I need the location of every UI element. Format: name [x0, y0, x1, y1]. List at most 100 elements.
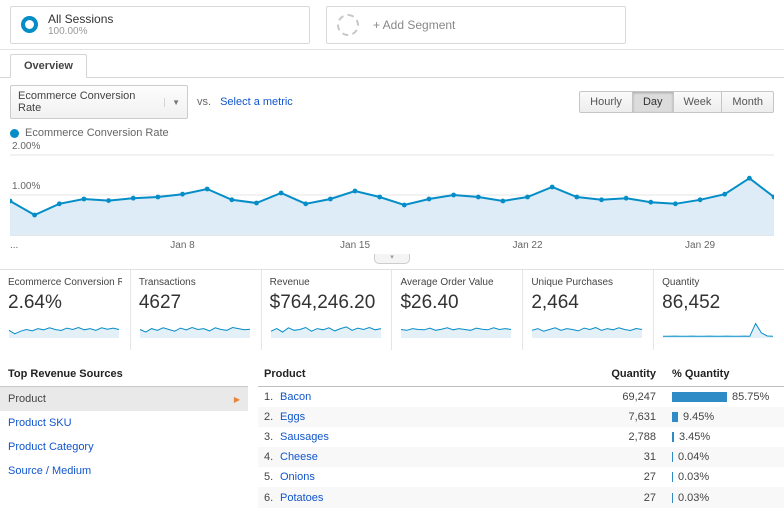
- row-rank: 6.: [264, 491, 274, 504]
- product-table-wrap: Product Quantity% Quantity 1. Bacon 69,247 8…: [258, 363, 784, 508]
- pct-value: 0.04%: [678, 451, 710, 464]
- pct-quantity-cell: 0.03%: [666, 467, 784, 487]
- table-row: 3. Sausages 2,788 3.45%: [258, 427, 784, 447]
- nav-item-product-category[interactable]: Product Category: [0, 435, 248, 459]
- scorecard-value: 2,464: [531, 292, 579, 313]
- sparkline: [532, 326, 643, 338]
- chart-legend: Ecommerce Conversion Rate: [0, 123, 784, 139]
- product-link-eggs[interactable]: Eggs: [280, 411, 305, 423]
- metric-dropdown-label: Ecommerce Conversion Rate: [18, 90, 136, 114]
- quantity-cell: 31: [643, 451, 656, 464]
- granularity-month[interactable]: Month: [722, 91, 774, 113]
- scorecard-value: 4627: [138, 292, 182, 313]
- product-link-cheese[interactable]: Cheese: [280, 451, 318, 463]
- row-rank: 5.: [264, 471, 274, 484]
- product-link-onions[interactable]: Onions: [280, 471, 315, 483]
- product-cell: 2. Eggs: [258, 407, 576, 427]
- granularity-hourly[interactable]: Hourly: [579, 91, 633, 113]
- pct-quantity-cell: 9.45%: [666, 407, 784, 427]
- scorecard-ecommerce-conversion-rate[interactable]: Ecommerce Conversion Rate 2.64%: [0, 270, 131, 350]
- sparkline: [139, 326, 250, 338]
- pct-value: 0.03%: [678, 491, 710, 504]
- y-tick-label: 1.00%: [12, 181, 41, 192]
- pct-value: 85.75%: [732, 391, 770, 404]
- scorecard-label: Unique Purchases: [531, 277, 614, 288]
- column-header-quantity[interactable]: Quantity: [576, 363, 666, 387]
- nav-item-label: Product: [8, 393, 46, 405]
- scorecard-label: Transactions: [138, 277, 196, 288]
- sparkline: [401, 327, 512, 338]
- add-segment-label: + Add Segment: [373, 17, 456, 32]
- quantity-cell: 69,247: [622, 391, 656, 404]
- column-header-product[interactable]: Product: [258, 363, 576, 387]
- tab-bar: Overview: [0, 50, 784, 78]
- scorecard-revenue[interactable]: Revenue $764,246.20: [262, 270, 393, 350]
- nav-item-product[interactable]: Product ▶: [0, 387, 248, 411]
- pct-bar: [672, 432, 674, 443]
- scorecard-value: $26.40: [400, 292, 459, 313]
- pct-bar: [672, 452, 673, 463]
- quantity-cell: 27: [643, 471, 656, 484]
- product-cell: 3. Sausages: [258, 427, 576, 447]
- bottom-section: Top Revenue Sources Product ▶ Product SKU P…: [0, 363, 784, 508]
- pct-bar: [672, 472, 673, 483]
- pct-quantity-cell: 3.45%: [666, 427, 784, 447]
- granularity-group: Hourly Day Week Month: [579, 91, 774, 113]
- tab-overview[interactable]: Overview: [10, 54, 87, 78]
- x-tick-label: Jan 29: [685, 240, 716, 251]
- add-segment-button[interactable]: + Add Segment: [326, 5, 626, 44]
- row-rank: 2.: [264, 411, 274, 424]
- column-header-quantity[interactable]: % Quantity: [666, 363, 784, 387]
- scorecard-value: 86,452: [662, 292, 721, 313]
- x-axis: ... Jan 8 Jan 15 Jan 22 Jan 29: [10, 240, 774, 253]
- granularity-week[interactable]: Week: [673, 91, 723, 113]
- scorecard-unique-purchases[interactable]: Unique Purchases 2,464: [523, 270, 655, 350]
- pct-bar: [672, 492, 673, 503]
- revenue-sources-panel: Top Revenue Sources Product ▶ Product SKU P…: [0, 363, 248, 483]
- y-tick-label: 2.00%: [12, 141, 41, 152]
- scorecards: Ecommerce Conversion Rate 2.64% Transactio…: [0, 269, 784, 350]
- product-link-potatoes[interactable]: Potatoes: [280, 492, 323, 504]
- x-tick-label: Jan 8: [170, 240, 195, 251]
- select-metric-link[interactable]: Select a metric: [220, 96, 293, 108]
- scorecard-label: Ecommerce Conversion Rate: [8, 277, 122, 288]
- table-row: 5. Onions 27 0.03%: [258, 467, 784, 487]
- all-sessions-segment[interactable]: All Sessions 100.00%: [10, 5, 310, 44]
- sparkline: [663, 322, 774, 338]
- revenue-sources-title: Top Revenue Sources: [0, 363, 248, 387]
- revenue-sources-nav: Product ▶ Product SKU Product Category Sourc…: [0, 387, 248, 483]
- product-table: Product Quantity% Quantity 1. Bacon 69,247 8…: [258, 363, 784, 508]
- chevron-down-icon: ▼: [164, 97, 180, 107]
- pct-value: 3.45%: [679, 431, 711, 444]
- segment-bar: All Sessions 100.00% + Add Segment: [0, 0, 784, 50]
- row-rank: 3.: [264, 431, 274, 444]
- pct-quantity-cell: 85.75%: [666, 387, 784, 408]
- metric-dropdown[interactable]: Ecommerce Conversion Rate ▼: [10, 85, 188, 119]
- scorecard-label: Revenue: [269, 277, 310, 288]
- product-link-sausages[interactable]: Sausages: [280, 431, 329, 443]
- scorecard-transactions[interactable]: Transactions 4627: [131, 270, 262, 350]
- nav-item-label: Source / Medium: [8, 465, 92, 477]
- add-segment-icon: [337, 13, 359, 36]
- chart-collapse-handle[interactable]: ▾: [374, 254, 410, 264]
- x-tick-label: Jan 15: [340, 240, 371, 251]
- nav-item-source-medium[interactable]: Source / Medium: [0, 459, 248, 483]
- all-sessions-icon: [21, 16, 38, 33]
- vs-label: vs.: [197, 96, 212, 108]
- granularity-day[interactable]: Day: [632, 91, 674, 113]
- product-link-bacon[interactable]: Bacon: [280, 391, 311, 403]
- pct-bar: [672, 392, 727, 403]
- scorecard-average-order-value[interactable]: Average Order Value $26.40: [392, 270, 524, 350]
- table-row: 6. Potatoes 27 0.03%: [258, 487, 784, 508]
- sparkline: [8, 326, 120, 338]
- pct-value: 9.45%: [683, 411, 715, 424]
- scorecard-label: Quantity: [662, 277, 700, 288]
- quantity-cell: 2,788: [628, 431, 656, 444]
- pct-value: 0.03%: [678, 471, 710, 484]
- scorecard-quantity[interactable]: Quantity 86,452: [654, 270, 784, 350]
- pct-quantity-cell: 0.04%: [666, 447, 784, 467]
- table-row: 4. Cheese 31 0.04%: [258, 447, 784, 468]
- product-table-body: 1. Bacon 69,247 85.75% 2. Eggs 7,631 9.45% 3. Sau…: [258, 387, 784, 508]
- scorecard-value: $764,246.20: [269, 292, 376, 313]
- nav-item-product-sku[interactable]: Product SKU: [0, 411, 248, 435]
